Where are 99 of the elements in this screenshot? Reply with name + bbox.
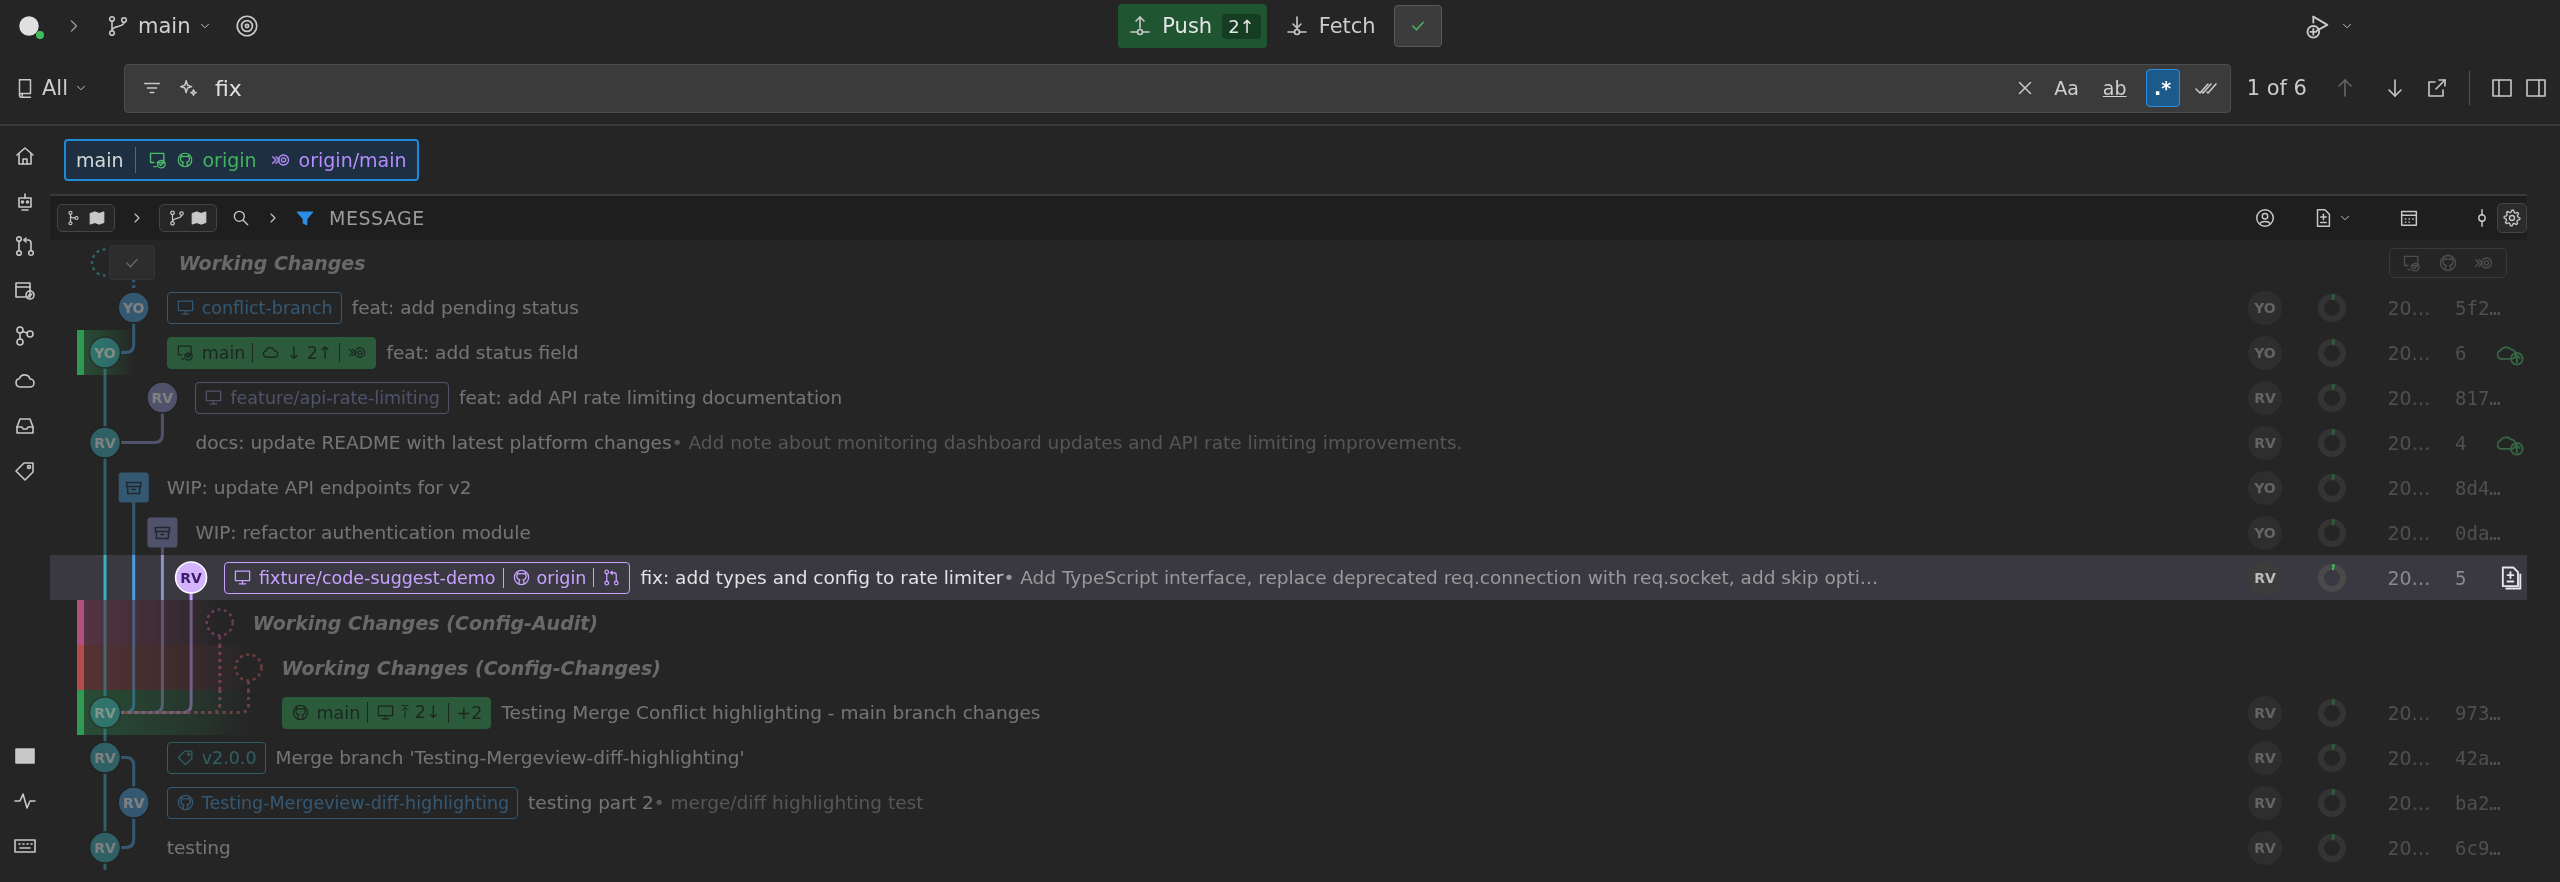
branch-name: fixture/code-suggest-demo <box>259 567 496 588</box>
commit-avatar[interactable]: RV <box>88 426 122 459</box>
working-node[interactable] <box>234 653 263 682</box>
scope-dropdown[interactable]: All <box>14 76 114 100</box>
nodes-icon[interactable] <box>13 324 37 348</box>
working-changes-title: Working Changes (Config-Audit) <box>252 611 599 634</box>
changes-donut-icon <box>2316 786 2348 819</box>
search-icon[interactable] <box>231 208 251 228</box>
changes-donut-icon <box>2316 741 2348 774</box>
search-field[interactable]: fix Aa ab .* <box>124 63 2231 113</box>
ref-detail: origin <box>536 567 587 588</box>
tag-chip[interactable]: v2.0.0 <box>166 741 266 774</box>
upstream-name: origin <box>202 149 257 171</box>
tag-icon[interactable] <box>13 459 37 483</box>
commit-message: Merge branch 'Testing-Mergeview-diff-highlighting' <box>275 747 745 768</box>
commit-avatar[interactable]: RV <box>88 696 122 729</box>
changes-donut-icon <box>2316 696 2348 729</box>
home-icon[interactable] <box>13 144 37 168</box>
commit-message: WIP: update API endpoints for v2 <box>166 477 472 498</box>
graph-row[interactable]: Working Changes (Config-Audit) <box>50 600 2527 645</box>
changes-donut-icon <box>2316 516 2348 549</box>
changes-donut-icon <box>2316 291 2348 324</box>
search-option-toggle[interactable]: ab <box>2097 69 2132 107</box>
monitor-icon <box>204 388 224 407</box>
monitor-check-icon <box>148 150 169 170</box>
branch-name: main <box>76 149 124 171</box>
push-icon <box>1128 14 1153 38</box>
stash-node[interactable] <box>118 472 149 503</box>
changes-donut-icon <box>2316 336 2348 369</box>
fetch-button[interactable]: Fetch <box>1284 14 1376 38</box>
commit-date: 20… <box>2387 566 2431 589</box>
commit-message: testing <box>166 837 231 858</box>
commit-avatar[interactable]: RV <box>88 831 122 864</box>
branch-name: conflict-branch <box>201 297 333 318</box>
author-avatar: RV <box>2248 560 2282 595</box>
settings-icon <box>2502 208 2522 228</box>
column-header[interactable]: MESSAGE <box>329 207 425 229</box>
map-icon <box>88 209 106 227</box>
open-external-icon[interactable] <box>2425 76 2449 100</box>
pull-request-icon[interactable] <box>13 234 37 258</box>
branch-name: feature/api-rate-limiting <box>230 387 440 408</box>
branch-chip[interactable]: conflict-branch <box>166 291 342 324</box>
search-option-toggle[interactable]: Aa <box>2049 69 2084 107</box>
commit-avatar[interactable]: RV <box>117 786 150 819</box>
stash-node[interactable] <box>147 517 178 548</box>
commit-message: Testing Merge Conflict highlighting - main branch changes <box>501 702 1041 723</box>
tag-icon <box>175 748 195 767</box>
branch-icon <box>168 209 186 227</box>
graph-row[interactable]: Working Changes <box>50 240 2527 285</box>
commit-avatar[interactable]: RV <box>88 741 122 774</box>
monitor-check-icon <box>175 343 195 362</box>
monitor-icon <box>376 703 396 722</box>
changes-donut-icon <box>2316 561 2348 594</box>
push-count: 2↑ <box>1222 13 1261 39</box>
tag-name: v2.0.0 <box>201 747 257 768</box>
graph-row[interactable]: RV fixture/code-suggest-demo origin fix: add types and config to rate limiter• Add TypeScript interface, replace deprecated req.connection with req.socket, add skip opti… RV 20… 5 <box>50 555 2527 600</box>
commit-message: WIP: refactor authentication module <box>195 522 531 543</box>
working-changes-title: Working Changes <box>178 251 366 274</box>
changes-donut-icon <box>2316 426 2348 459</box>
branch-map-toggle[interactable] <box>159 204 217 232</box>
author-column-icon[interactable] <box>2254 207 2276 229</box>
push-button[interactable]: Push 2↑ <box>1118 4 1267 48</box>
commit-avatar[interactable]: RV <box>174 561 208 594</box>
commit-sha: 5 <box>2454 566 2467 589</box>
commit-message: feat: add pending status <box>351 297 579 318</box>
fetch-icon <box>1284 14 1309 38</box>
window-check-icon[interactable] <box>13 279 37 303</box>
commit-message: fix: add types and config to rate limiter• Add TypeScript interface, replace deprecated req.connection with req.socket, add skip opti… <box>640 567 1879 588</box>
commit-message: feat: add status field <box>386 342 579 363</box>
working-changes-title: Working Changes (Config-Changes) <box>281 656 661 679</box>
commit-message: feat: add API rate limiting documentation <box>458 387 843 408</box>
target-icon[interactable] <box>234 13 261 39</box>
branch-chip[interactable]: feature/api-rate-limiting <box>195 381 449 414</box>
branch-name: Testing-Mergeview-diff-highlighting <box>201 792 510 813</box>
remote-branch-name: origin/main <box>298 149 407 171</box>
map-icon <box>190 209 208 227</box>
search-option-toggle[interactable]: .* <box>2145 69 2180 107</box>
sparkle-icon <box>177 77 199 99</box>
changes-donut-icon <box>2316 381 2348 414</box>
monitor-icon <box>175 298 195 317</box>
current-branch-chip[interactable]: main origin origin/main <box>64 139 419 181</box>
commit-avatar[interactable]: YO <box>117 291 150 324</box>
changes-donut-icon <box>2316 831 2348 864</box>
branch-icon <box>106 14 130 38</box>
branch-selector[interactable]: main <box>106 14 213 38</box>
graph-row[interactable]: Working Changes (Config-Changes) <box>50 645 2527 690</box>
branch-chip[interactable]: Testing-Mergeview-diff-highlighting <box>166 786 519 819</box>
working-node[interactable] <box>205 608 235 637</box>
panel-right-icon[interactable] <box>2524 76 2548 100</box>
settings-button[interactable] <box>2497 203 2527 233</box>
monitor-icon <box>233 568 253 587</box>
checkbox[interactable] <box>108 245 155 280</box>
pull-request-icon <box>602 568 622 587</box>
match-count: 1 of 6 <box>2246 76 2307 100</box>
graph-map-toggle[interactable] <box>57 204 115 232</box>
panel-left-icon[interactable] <box>2490 76 2514 100</box>
changes-donut-icon <box>2316 471 2348 504</box>
branch-chip[interactable]: fixture/code-suggest-demo origin <box>224 561 631 594</box>
commit-avatar[interactable]: YO <box>88 336 122 369</box>
